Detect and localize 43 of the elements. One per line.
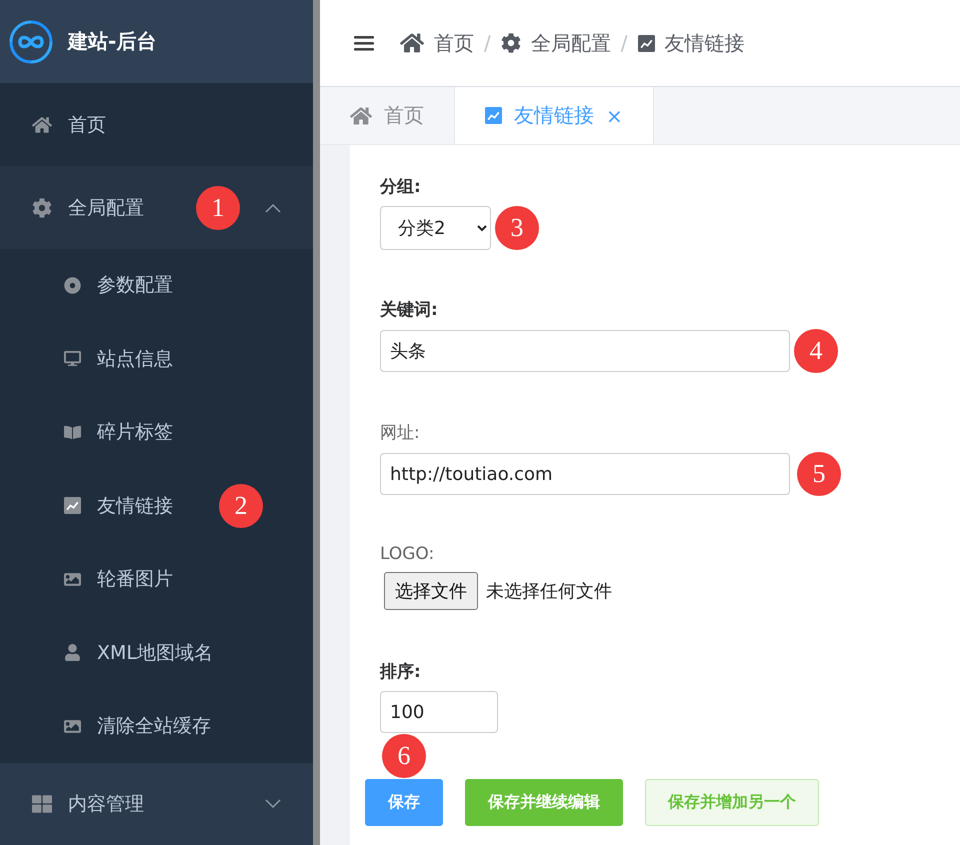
number-badge: 5	[797, 452, 841, 496]
number-badge: 2	[219, 484, 263, 528]
breadcrumb-link[interactable]: 全局配置	[530, 30, 611, 56]
chart-icon	[485, 107, 502, 124]
settings-icon	[32, 198, 52, 218]
breadcrumb-link[interactable]: 友情链接	[664, 30, 744, 56]
input-field[interactable]: http://toutiao.com	[380, 453, 790, 495]
target-icon	[64, 276, 81, 294]
image-icon	[64, 718, 81, 735]
breadcrumb-separator: /	[620, 31, 628, 55]
brand-title: 建站-后台	[68, 28, 156, 56]
field-label: 分组:	[380, 176, 422, 198]
book-icon	[64, 424, 81, 441]
home-icon	[32, 114, 52, 135]
chart-icon	[638, 34, 654, 52]
input-field[interactable]: 100	[380, 691, 498, 733]
breadcrumb-separator: /	[484, 31, 491, 55]
menu-item[interactable]: 内容管理	[0, 762, 313, 845]
monitor-icon	[64, 350, 81, 368]
input-field[interactable]: 头条	[380, 330, 790, 372]
field-label: LOGO:	[380, 544, 436, 564]
number-badge: 6	[382, 734, 426, 778]
home-icon	[400, 31, 424, 55]
choose-file-button[interactable]: 选择文件	[384, 572, 478, 610]
logo-icon	[8, 18, 54, 65]
field-label: 关键词:	[380, 299, 439, 321]
field-label: 排序:	[380, 661, 422, 683]
user-icon	[64, 644, 81, 662]
group-select[interactable]: 分类2	[380, 206, 491, 250]
number-badge: 3	[495, 206, 539, 250]
image-icon	[64, 570, 81, 588]
chart-icon	[64, 497, 81, 514]
home-icon	[350, 104, 372, 126]
file-status: 未选择任何文件	[486, 580, 612, 603]
number-badge: 1	[196, 186, 240, 230]
grid-icon	[32, 794, 52, 814]
number-badge: 4	[794, 329, 838, 373]
menu-item[interactable]: 全局配置 1	[0, 166, 313, 249]
scrollbar[interactable]	[313, 0, 320, 845]
settings-icon	[500, 33, 521, 53]
breadcrumb-link[interactable]: 首页	[434, 30, 474, 56]
field-label: 网址:	[380, 422, 421, 444]
menu-icon[interactable]	[354, 35, 374, 51]
